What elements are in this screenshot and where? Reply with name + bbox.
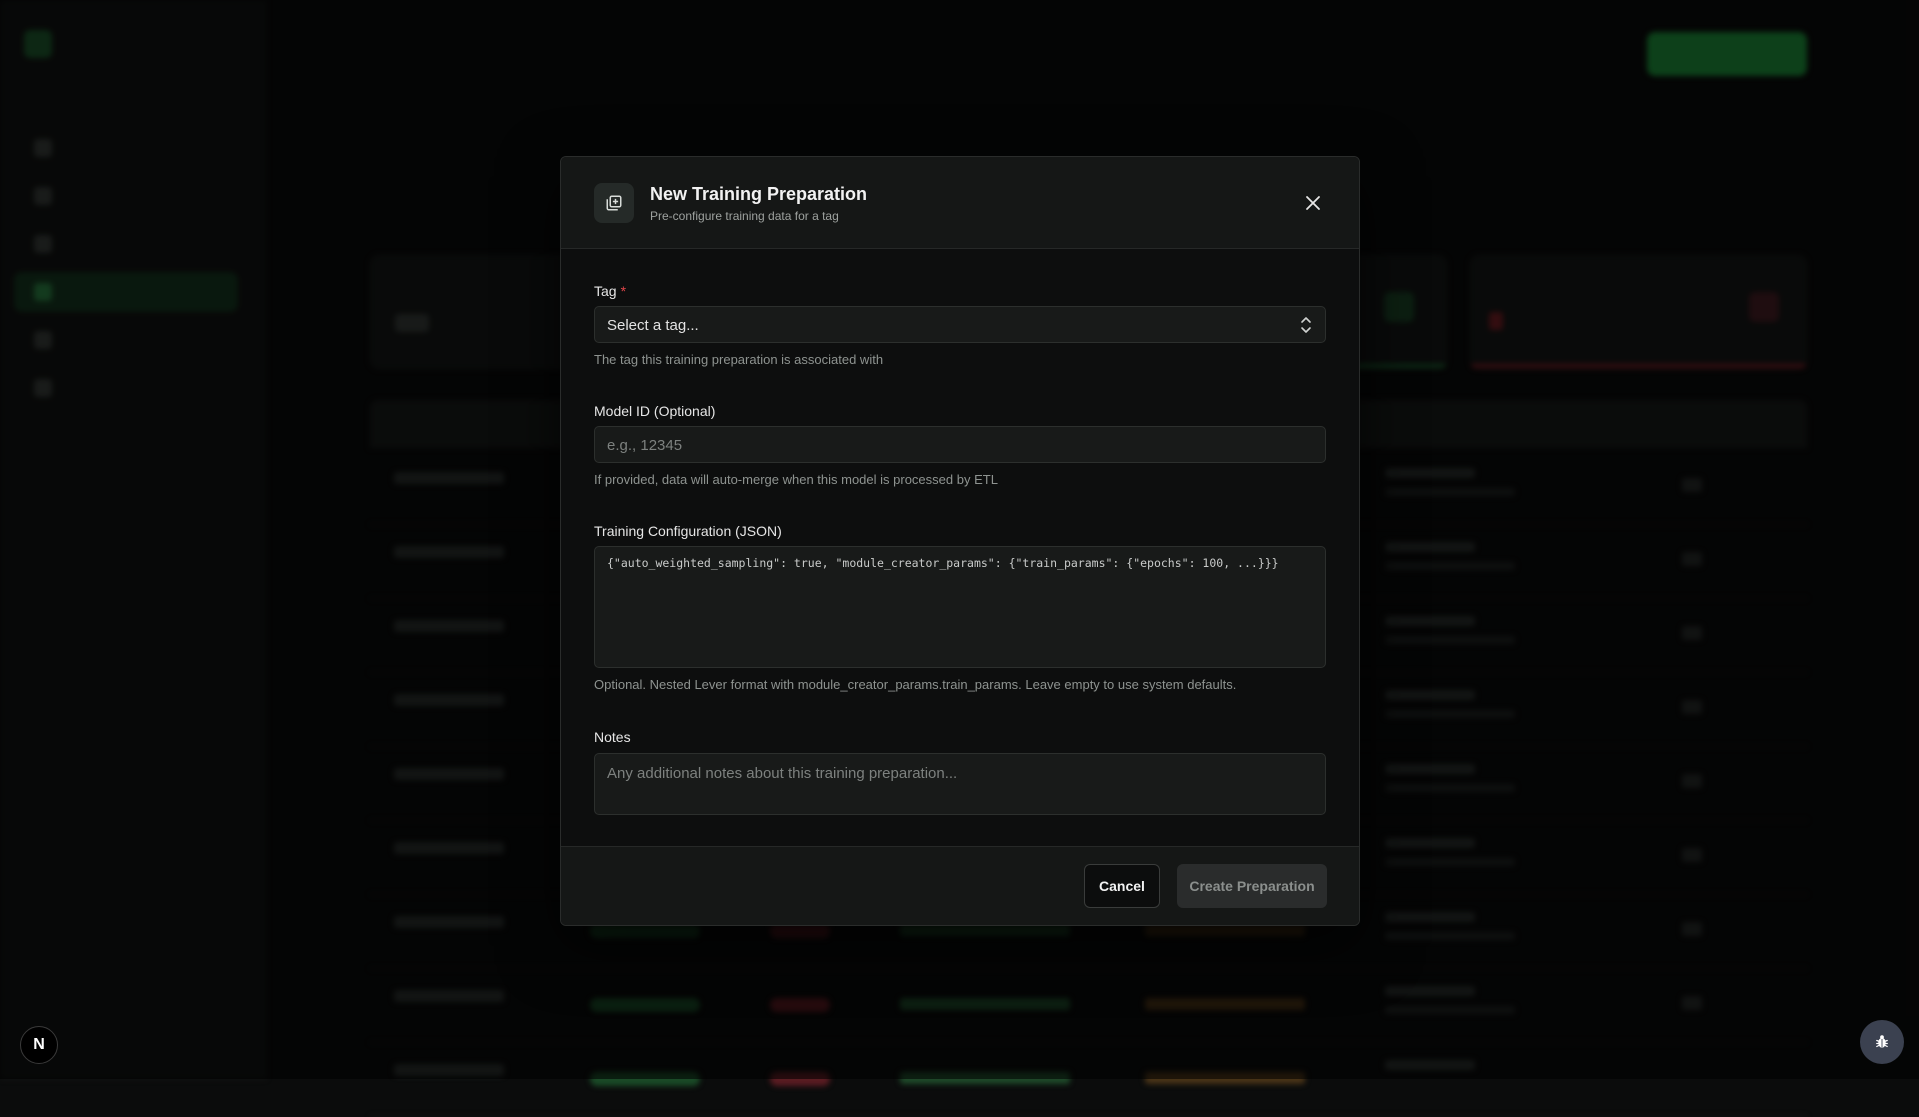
bug-report-button[interactable] [1860,1020,1904,1064]
new-training-preparation-dialog: New Training Preparation Pre-configure t… [560,156,1360,926]
dialog-subtitle: Pre-configure training data for a tag [650,209,839,223]
tag-select[interactable]: Select a tag... [594,306,1326,343]
notes-placeholder: Any additional notes about this training… [607,765,958,782]
model-id-help-text: If provided, data will auto-merge when t… [594,472,998,487]
dialog-footer: Cancel Create Preparation [561,846,1359,925]
create-preparation-button[interactable]: Create Preparation [1177,864,1327,908]
nextjs-badge-letter: N [33,1036,45,1053]
add-stack-icon [594,183,634,223]
tag-label-text: Tag [594,283,617,299]
dialog-title: New Training Preparation [650,184,868,204]
model-id-placeholder: e.g., 12345 [607,437,683,454]
cancel-button[interactable]: Cancel [1084,864,1160,908]
notes-label: Notes [594,729,631,745]
tag-label: Tag * [594,283,626,299]
tag-help-text: The tag this training preparation is ass… [594,352,884,367]
training-config-placeholder: {"auto_weighted_sampling": true, "module… [607,556,1279,570]
chevron-up-down-icon [1301,317,1311,333]
nextjs-badge[interactable]: N [20,1026,58,1064]
required-indicator: * [620,283,627,299]
bug-icon [1876,1035,1888,1048]
model-id-label: Model ID (Optional) [594,403,716,419]
training-config-textarea[interactable]: {"auto_weighted_sampling": true, "module… [594,546,1326,668]
close-icon [1306,196,1320,210]
model-id-input[interactable]: e.g., 12345 [594,426,1326,463]
close-button[interactable] [1299,189,1327,217]
dialog-header: New Training Preparation Pre-configure t… [561,157,1359,249]
tag-select-value: Select a tag... [607,317,699,334]
training-config-help-text: Optional. Nested Lever format with modul… [594,677,1237,692]
training-config-label: Training Configuration (JSON) [594,523,782,539]
notes-textarea[interactable]: Any additional notes about this training… [594,753,1326,815]
